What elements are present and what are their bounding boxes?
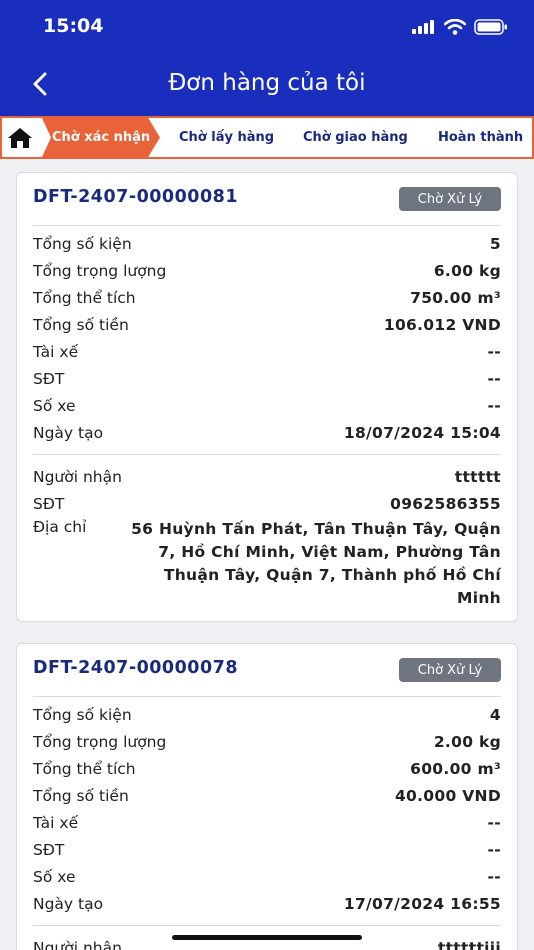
row-amount: Tổng số tiền 106.012 VND: [33, 311, 501, 338]
row-plate: Số xe --: [33, 392, 501, 419]
weight-value: 2.00 kg: [433, 732, 501, 751]
order-id: DFT-2407-00000081: [33, 187, 238, 207]
weight-label: Tổng trọng lượng: [33, 732, 167, 751]
amount-value: 40.000 VND: [394, 786, 501, 805]
status-icons: [412, 19, 508, 35]
driver-label: Tài xế: [33, 342, 79, 361]
amount-label: Tổng số tiền: [33, 786, 129, 805]
home-indicator[interactable]: [172, 935, 362, 940]
packages-label: Tổng số kiện: [33, 234, 132, 253]
row-packages: Tổng số kiện 4: [33, 701, 501, 728]
plate-label: Số xe: [33, 396, 76, 415]
weight-label: Tổng trọng lượng: [33, 261, 167, 280]
amount-value: 106.012 VND: [383, 315, 501, 334]
home-icon: [8, 127, 32, 148]
driver-value: --: [487, 813, 501, 832]
packages-value: 5: [489, 234, 501, 253]
phone-label: SĐT: [33, 840, 65, 859]
tab-cho-xac-nhan[interactable]: Chờ xác nhận: [42, 118, 160, 157]
status-time: 15:04: [43, 15, 104, 37]
created-label: Ngày tạo: [33, 423, 104, 442]
tab-cho-lay-hang[interactable]: Chờ lấy hàng: [179, 118, 274, 157]
plate-value: --: [487, 867, 501, 886]
phone-label: SĐT: [33, 369, 65, 388]
page-title: Đơn hàng của tôi: [168, 70, 366, 96]
row-created: Ngày tạo 18/07/2024 15:04: [33, 419, 501, 446]
receiver-phone-value: 0962586355: [390, 494, 501, 513]
row-volume: Tổng thể tích 600.00 m³: [33, 755, 501, 782]
divider: [33, 454, 501, 455]
battery-icon: [474, 19, 507, 35]
plate-label: Số xe: [33, 867, 76, 886]
divider: [33, 925, 501, 926]
row-driver: Tài xế --: [33, 809, 501, 836]
row-weight: Tổng trọng lượng 6.00 kg: [33, 257, 501, 284]
amount-label: Tổng số tiền: [33, 315, 129, 334]
created-value: 17/07/2024 16:55: [343, 894, 501, 913]
order-card[interactable]: DFT-2407-00000081 Chờ Xử Lý Tổng số kiện…: [16, 172, 518, 622]
receiver-phone-label: SĐT: [33, 494, 65, 513]
order-card[interactable]: DFT-2407-00000078 Chờ Xử Lý Tổng số kiện…: [16, 643, 518, 950]
divider: [33, 225, 501, 226]
wifi-icon: [444, 19, 466, 35]
volume-label: Tổng thể tích: [33, 288, 136, 307]
row-weight: Tổng trọng lượng 2.00 kg: [33, 728, 501, 755]
row-amount: Tổng số tiền 40.000 VND: [33, 782, 501, 809]
plate-value: --: [487, 396, 501, 415]
status-badge: Chờ Xử Lý: [399, 187, 501, 211]
volume-value: 750.00 m³: [410, 288, 501, 307]
row-volume: Tổng thể tích 750.00 m³: [33, 284, 501, 311]
packages-value: 4: [489, 705, 501, 724]
tab-home[interactable]: [2, 118, 38, 157]
row-phone: SĐT --: [33, 365, 501, 392]
row-created: Ngày tạo 17/07/2024 16:55: [33, 890, 501, 917]
signal-icon: [412, 20, 434, 34]
phone-value: --: [487, 369, 501, 388]
row-receiver-phone: SĐT 0962586355: [33, 490, 501, 517]
row-packages: Tổng số kiện 5: [33, 230, 501, 257]
status-tabs: Chờ xác nhận Chờ lấy hàng Chờ giao hàng …: [0, 116, 534, 159]
volume-value: 600.00 m³: [410, 759, 501, 778]
receiver-label: Người nhận: [33, 467, 122, 486]
phone-value: --: [487, 840, 501, 859]
packages-label: Tổng số kiện: [33, 705, 132, 724]
volume-label: Tổng thể tích: [33, 759, 136, 778]
divider: [33, 696, 501, 697]
receiver-label: Người nhận: [33, 938, 122, 950]
created-label: Ngày tạo: [33, 894, 104, 913]
address-value: 56 Huỳnh Tấn Phát, Tân Thuận Tây, Quận 7…: [131, 520, 501, 607]
row-plate: Số xe --: [33, 863, 501, 890]
receiver-value: tttttt: [454, 467, 501, 486]
app-header: 15:04 Đơn hàng của tôi: [0, 0, 534, 116]
driver-label: Tài xế: [33, 813, 79, 832]
weight-value: 6.00 kg: [433, 261, 501, 280]
address-label: Địa chỉ: [33, 518, 87, 536]
row-driver: Tài xế --: [33, 338, 501, 365]
driver-value: --: [487, 342, 501, 361]
tab-hoan-thanh[interactable]: Hoàn thành: [438, 118, 523, 157]
created-value: 18/07/2024 15:04: [343, 423, 501, 442]
receiver-value: ttttttiii: [437, 938, 501, 950]
tab-cho-giao-hang[interactable]: Chờ giao hàng: [303, 118, 408, 157]
row-receiver: Người nhận tttttt: [33, 463, 501, 490]
order-id: DFT-2407-00000078: [33, 658, 238, 678]
row-phone: SĐT --: [33, 836, 501, 863]
status-badge: Chờ Xử Lý: [399, 658, 501, 682]
